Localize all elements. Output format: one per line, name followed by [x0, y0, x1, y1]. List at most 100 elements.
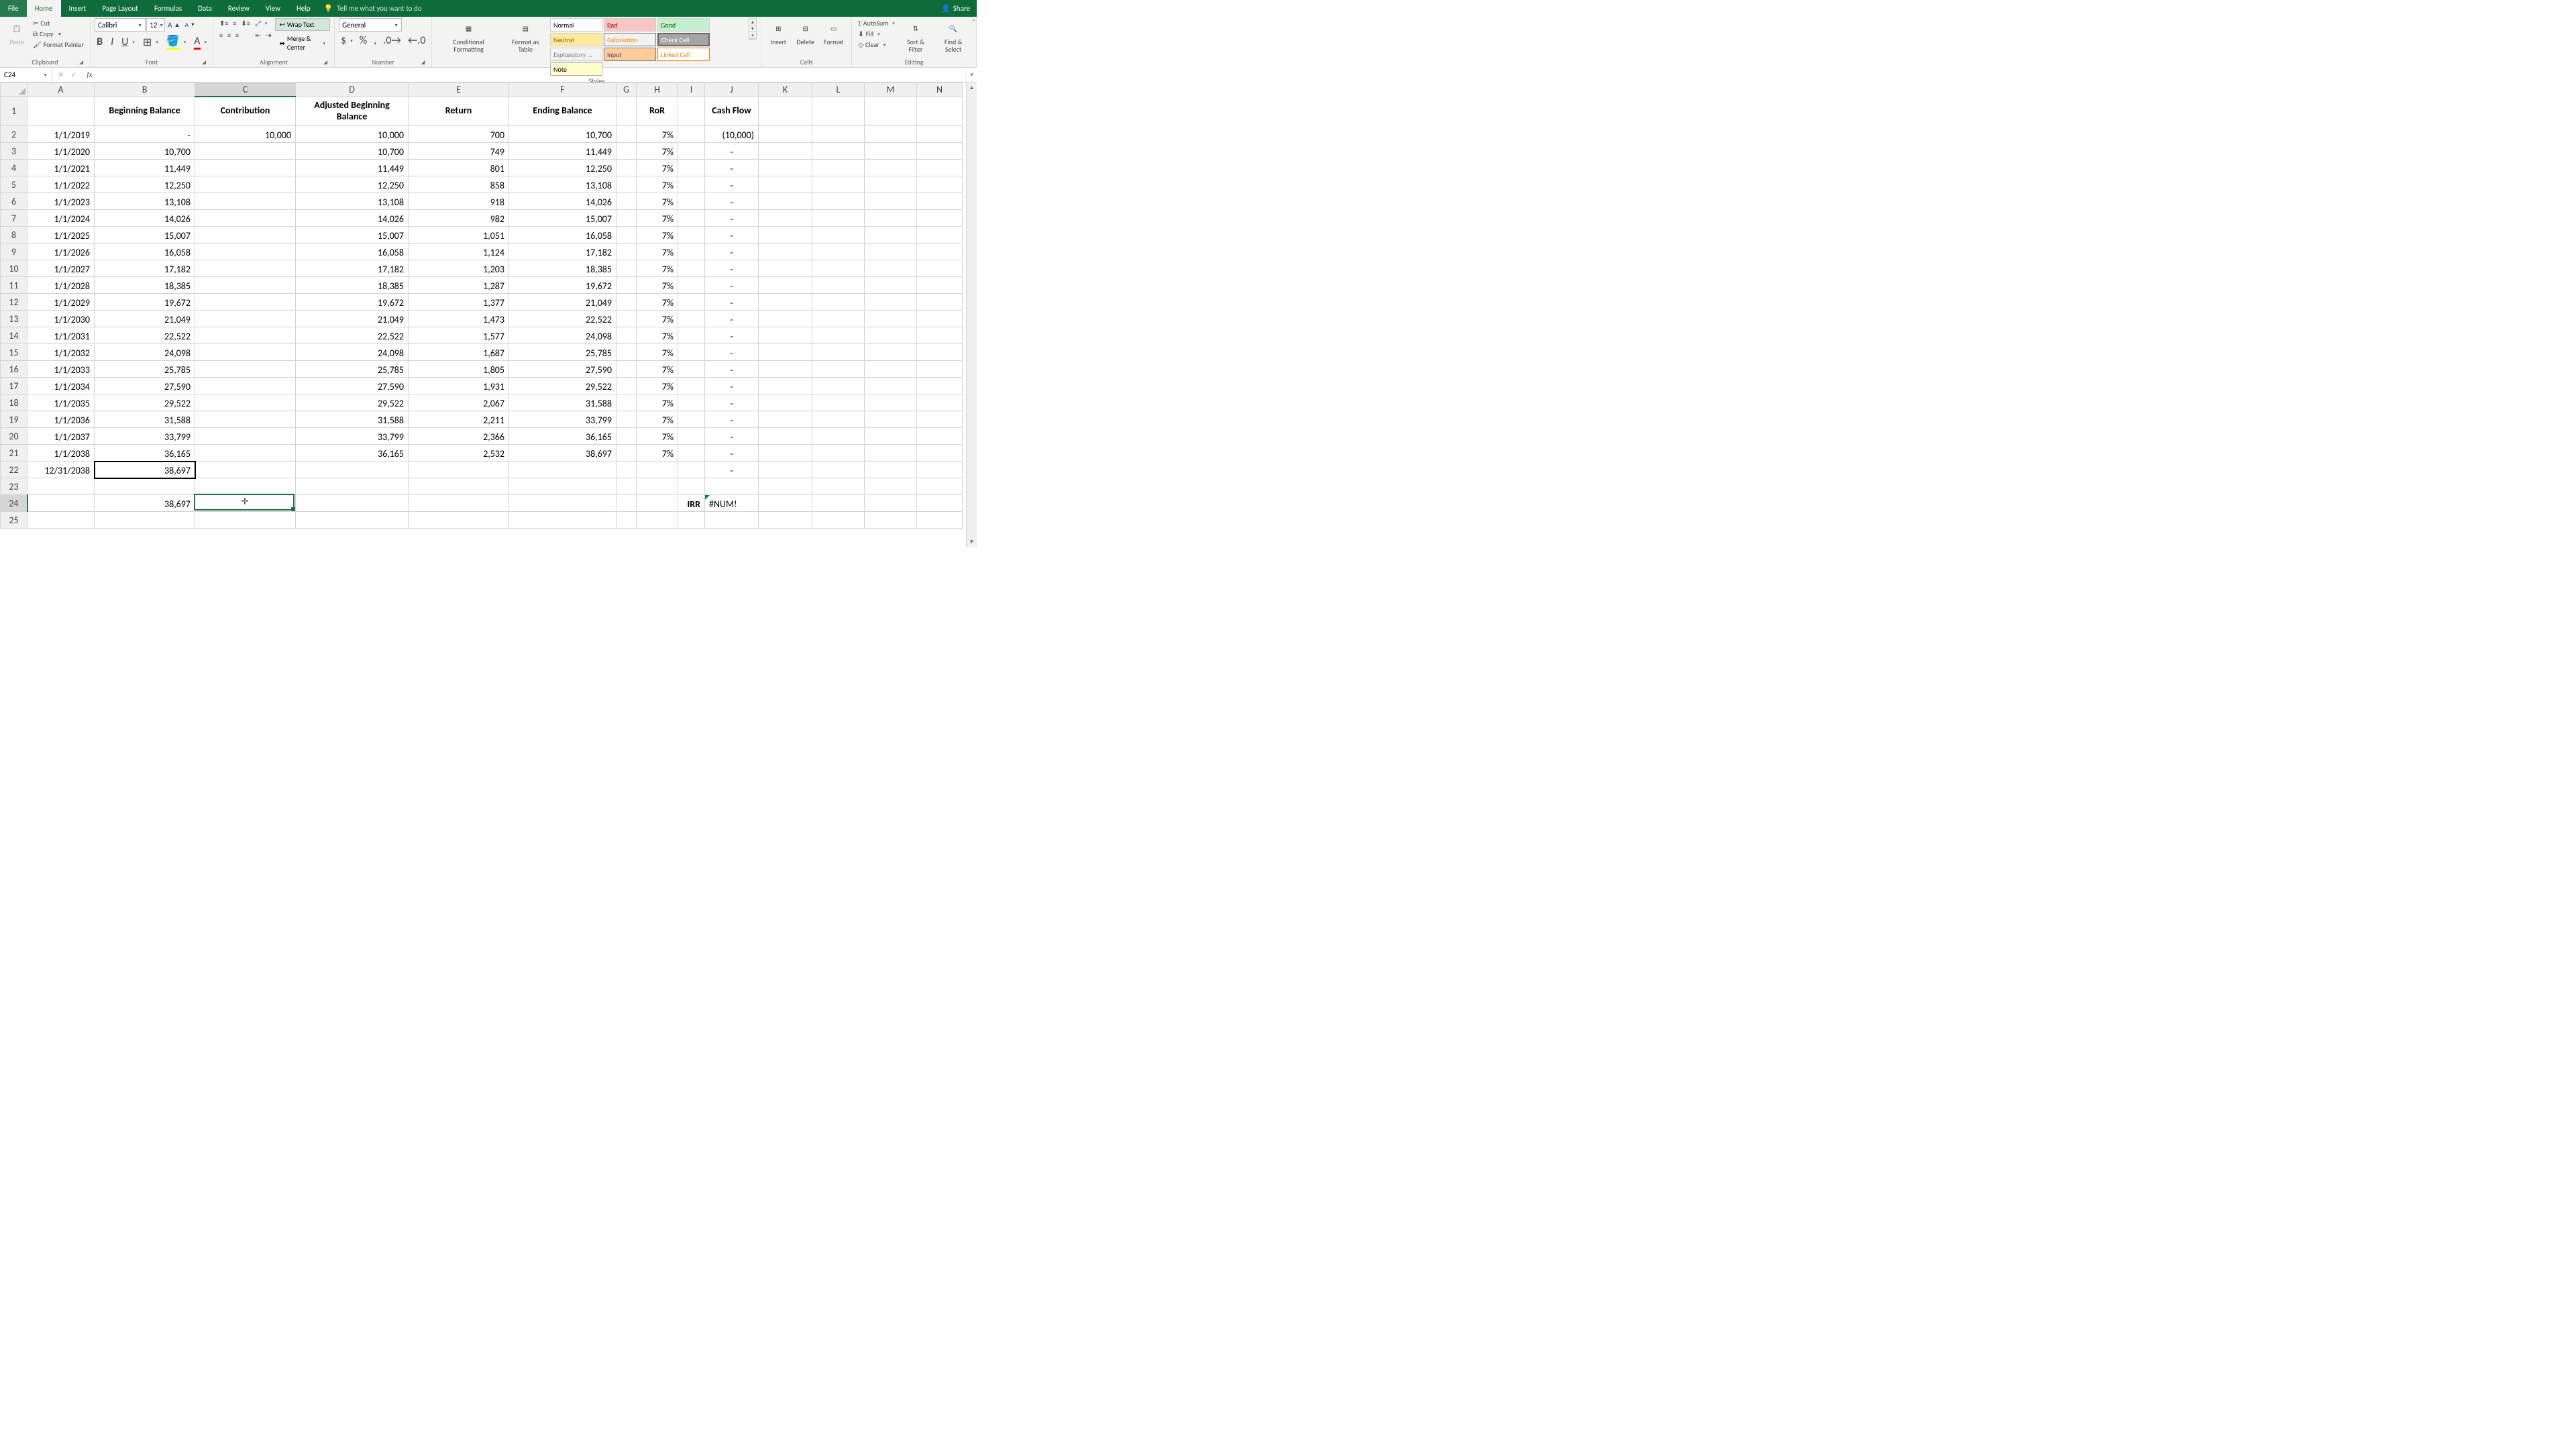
cell-M24[interactable]	[865, 495, 917, 512]
cell-J8[interactable]: -	[705, 227, 759, 244]
cell-I25[interactable]	[678, 512, 705, 529]
cell-H18[interactable]: 7%	[637, 394, 678, 411]
align-right-button[interactable]: ≡	[233, 30, 241, 40]
cell-C18[interactable]	[195, 394, 296, 411]
cell-K13[interactable]	[759, 311, 812, 327]
cell-M21[interactable]	[865, 445, 917, 462]
cell-M4[interactable]	[865, 160, 917, 176]
cell-M23[interactable]	[865, 478, 917, 495]
cell-G4[interactable]	[616, 160, 637, 176]
cell-G19[interactable]	[616, 411, 637, 428]
cell-B10[interactable]: 17,182	[95, 260, 195, 277]
cell-I1[interactable]	[678, 97, 705, 126]
cell-H10[interactable]: 7%	[637, 260, 678, 277]
cell-H15[interactable]: 7%	[637, 344, 678, 361]
cell-A20[interactable]: 1/1/2037	[28, 428, 95, 445]
cell-J19[interactable]: -	[705, 411, 759, 428]
cell-N12[interactable]	[917, 294, 963, 311]
percent-format-button[interactable]: %	[358, 34, 369, 48]
tab-view[interactable]: View	[258, 0, 288, 17]
cell-D24[interactable]	[296, 495, 409, 512]
cell-I13[interactable]	[678, 311, 705, 327]
style-neutral[interactable]: Neutral	[550, 33, 602, 46]
style-check-cell[interactable]: Check Cell	[657, 33, 710, 46]
cell-M19[interactable]	[865, 411, 917, 428]
cell-I17[interactable]	[678, 378, 705, 394]
row-header-2[interactable]: 2	[1, 126, 28, 143]
cell-L19[interactable]	[812, 411, 865, 428]
cell-E3[interactable]: 749	[409, 143, 509, 160]
cell-C9[interactable]	[195, 244, 296, 260]
paste-button[interactable]: 📋 Paste	[4, 18, 30, 47]
cell-L14[interactable]	[812, 327, 865, 344]
cell-N6[interactable]	[917, 193, 963, 210]
cell-L25[interactable]	[812, 512, 865, 529]
cell-E20[interactable]: 2,366	[409, 428, 509, 445]
cell-E1[interactable]: Return	[409, 97, 509, 126]
cell-C7[interactable]	[195, 210, 296, 227]
cell-E11[interactable]: 1,287	[409, 277, 509, 294]
cell-L10[interactable]	[812, 260, 865, 277]
cell-G11[interactable]	[616, 277, 637, 294]
cell-F23[interactable]	[509, 478, 616, 495]
col-header-E[interactable]: E	[409, 83, 509, 97]
cell-C4[interactable]	[195, 160, 296, 176]
tab-help[interactable]: Help	[288, 0, 319, 17]
merge-center-button[interactable]: ⬌Merge & Center▾	[275, 32, 331, 54]
cell-D6[interactable]: 13,108	[296, 193, 409, 210]
cell-G25[interactable]	[616, 512, 637, 529]
cell-C8[interactable]	[195, 227, 296, 244]
cell-B25[interactable]	[95, 512, 195, 529]
increase-decimal-button[interactable]: .0→	[381, 34, 403, 48]
cell-N11[interactable]	[917, 277, 963, 294]
cell-D12[interactable]: 19,672	[296, 294, 409, 311]
cell-D19[interactable]: 31,588	[296, 411, 409, 428]
cell-C2[interactable]: 10,000	[195, 126, 296, 143]
cell-K24[interactable]	[759, 495, 812, 512]
cell-K20[interactable]	[759, 428, 812, 445]
scroll-down-button[interactable]: ▼	[967, 537, 977, 547]
col-header-J[interactable]: J	[705, 83, 759, 97]
cell-I7[interactable]	[678, 210, 705, 227]
cell-N7[interactable]	[917, 210, 963, 227]
wrap-text-button[interactable]: ↩Wrap Text	[275, 18, 331, 31]
cell-N22[interactable]	[917, 462, 963, 478]
cell-B1[interactable]: Beginning Balance	[95, 97, 195, 126]
font-dialog-launcher[interactable]: ◢	[201, 59, 207, 66]
alignment-dialog-launcher[interactable]: ◢	[322, 59, 329, 66]
cell-N23[interactable]	[917, 478, 963, 495]
style-gallery-scroll[interactable]: ▲▼▾	[749, 18, 757, 40]
cell-G7[interactable]	[616, 210, 637, 227]
cell-K21[interactable]	[759, 445, 812, 462]
clipboard-dialog-launcher[interactable]: ◢	[78, 59, 85, 66]
cell-B17[interactable]: 27,590	[95, 378, 195, 394]
conditional-formatting-button[interactable]: ▦Conditional Formatting	[436, 18, 500, 54]
cell-F18[interactable]: 31,588	[509, 394, 616, 411]
cell-J5[interactable]: -	[705, 176, 759, 193]
cell-H13[interactable]: 7%	[637, 311, 678, 327]
number-format-select[interactable]: General▼	[339, 18, 402, 32]
cell-B6[interactable]: 13,108	[95, 193, 195, 210]
cell-A7[interactable]: 1/1/2024	[28, 210, 95, 227]
cell-M15[interactable]	[865, 344, 917, 361]
format-as-table-button[interactable]: ▤Format as Table	[502, 18, 549, 54]
cell-H9[interactable]: 7%	[637, 244, 678, 260]
cell-J10[interactable]: -	[705, 260, 759, 277]
cell-B14[interactable]: 22,522	[95, 327, 195, 344]
cell-K18[interactable]	[759, 394, 812, 411]
cell-M7[interactable]	[865, 210, 917, 227]
cell-I11[interactable]	[678, 277, 705, 294]
cell-E18[interactable]: 2,067	[409, 394, 509, 411]
cell-E21[interactable]: 2,532	[409, 445, 509, 462]
chevron-down-icon[interactable]: ▼	[749, 25, 757, 32]
decrease-decimal-button[interactable]: ←.0	[406, 34, 428, 48]
collapse-ribbon-button[interactable]: ˄	[972, 18, 975, 25]
cell-K17[interactable]	[759, 378, 812, 394]
cell-N5[interactable]	[917, 176, 963, 193]
cell-B22[interactable]: 38,697	[95, 462, 195, 478]
cell-M8[interactable]	[865, 227, 917, 244]
cell-J9[interactable]: -	[705, 244, 759, 260]
increase-font-button[interactable]: A▲	[166, 20, 182, 30]
cell-K14[interactable]	[759, 327, 812, 344]
insert-cells-button[interactable]: ⊞Insert	[765, 18, 791, 47]
